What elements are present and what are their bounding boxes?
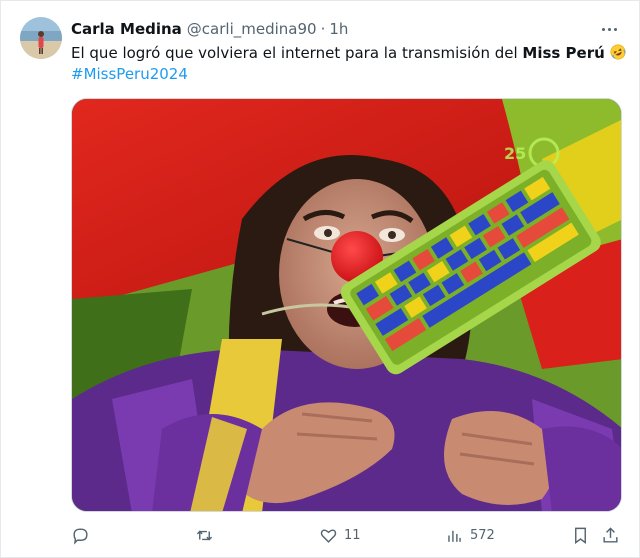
hashtag-link[interactable]: #MissPeru2024 bbox=[71, 65, 188, 83]
avatar[interactable] bbox=[20, 17, 62, 59]
separator-dot: · bbox=[320, 20, 326, 38]
reply-icon bbox=[73, 527, 88, 545]
author-handle[interactable]: @carli_medina90 bbox=[187, 20, 317, 38]
retweet-icon bbox=[196, 530, 213, 540]
more-icon[interactable] bbox=[599, 19, 619, 39]
author-name[interactable]: Carla Medina bbox=[71, 20, 182, 38]
more-dot bbox=[601, 27, 605, 31]
tweet-time[interactable]: 1h bbox=[329, 20, 348, 38]
tweet-text: El que logró que volviera el internet pa… bbox=[71, 43, 626, 85]
bookmark-button[interactable] bbox=[571, 522, 590, 548]
svg-text:25: 25 bbox=[504, 144, 526, 163]
like-button[interactable]: 11 bbox=[319, 522, 361, 548]
tweet-actions: 11 572 bbox=[63, 522, 629, 548]
like-count: 11 bbox=[344, 527, 361, 543]
views-count: 572 bbox=[470, 527, 495, 543]
retweet-button[interactable] bbox=[195, 522, 220, 548]
reply-button[interactable] bbox=[71, 522, 96, 548]
rolling-on-the-floor-laughing-emoji bbox=[610, 44, 626, 60]
share-button[interactable] bbox=[601, 522, 620, 548]
more-dot bbox=[613, 27, 617, 31]
views-icon bbox=[448, 530, 461, 542]
views-button[interactable]: 572 bbox=[445, 522, 495, 548]
bookmark-icon bbox=[575, 527, 586, 544]
tweet-card[interactable]: Carla Medina @carli_medina90 · 1h El que… bbox=[0, 0, 640, 558]
tweet-media[interactable]: 25 bbox=[71, 98, 622, 512]
heart-icon bbox=[320, 528, 337, 543]
tweet-header: Carla Medina @carli_medina90 · 1h bbox=[71, 18, 599, 40]
tweet-text-bold: Miss Perú bbox=[522, 44, 605, 62]
tweet-text-main: El que logró que volviera el internet pa… bbox=[71, 44, 523, 62]
more-dot bbox=[607, 27, 611, 31]
clown-with-keyboard-image: 25 bbox=[72, 99, 621, 511]
share-icon bbox=[603, 526, 618, 543]
